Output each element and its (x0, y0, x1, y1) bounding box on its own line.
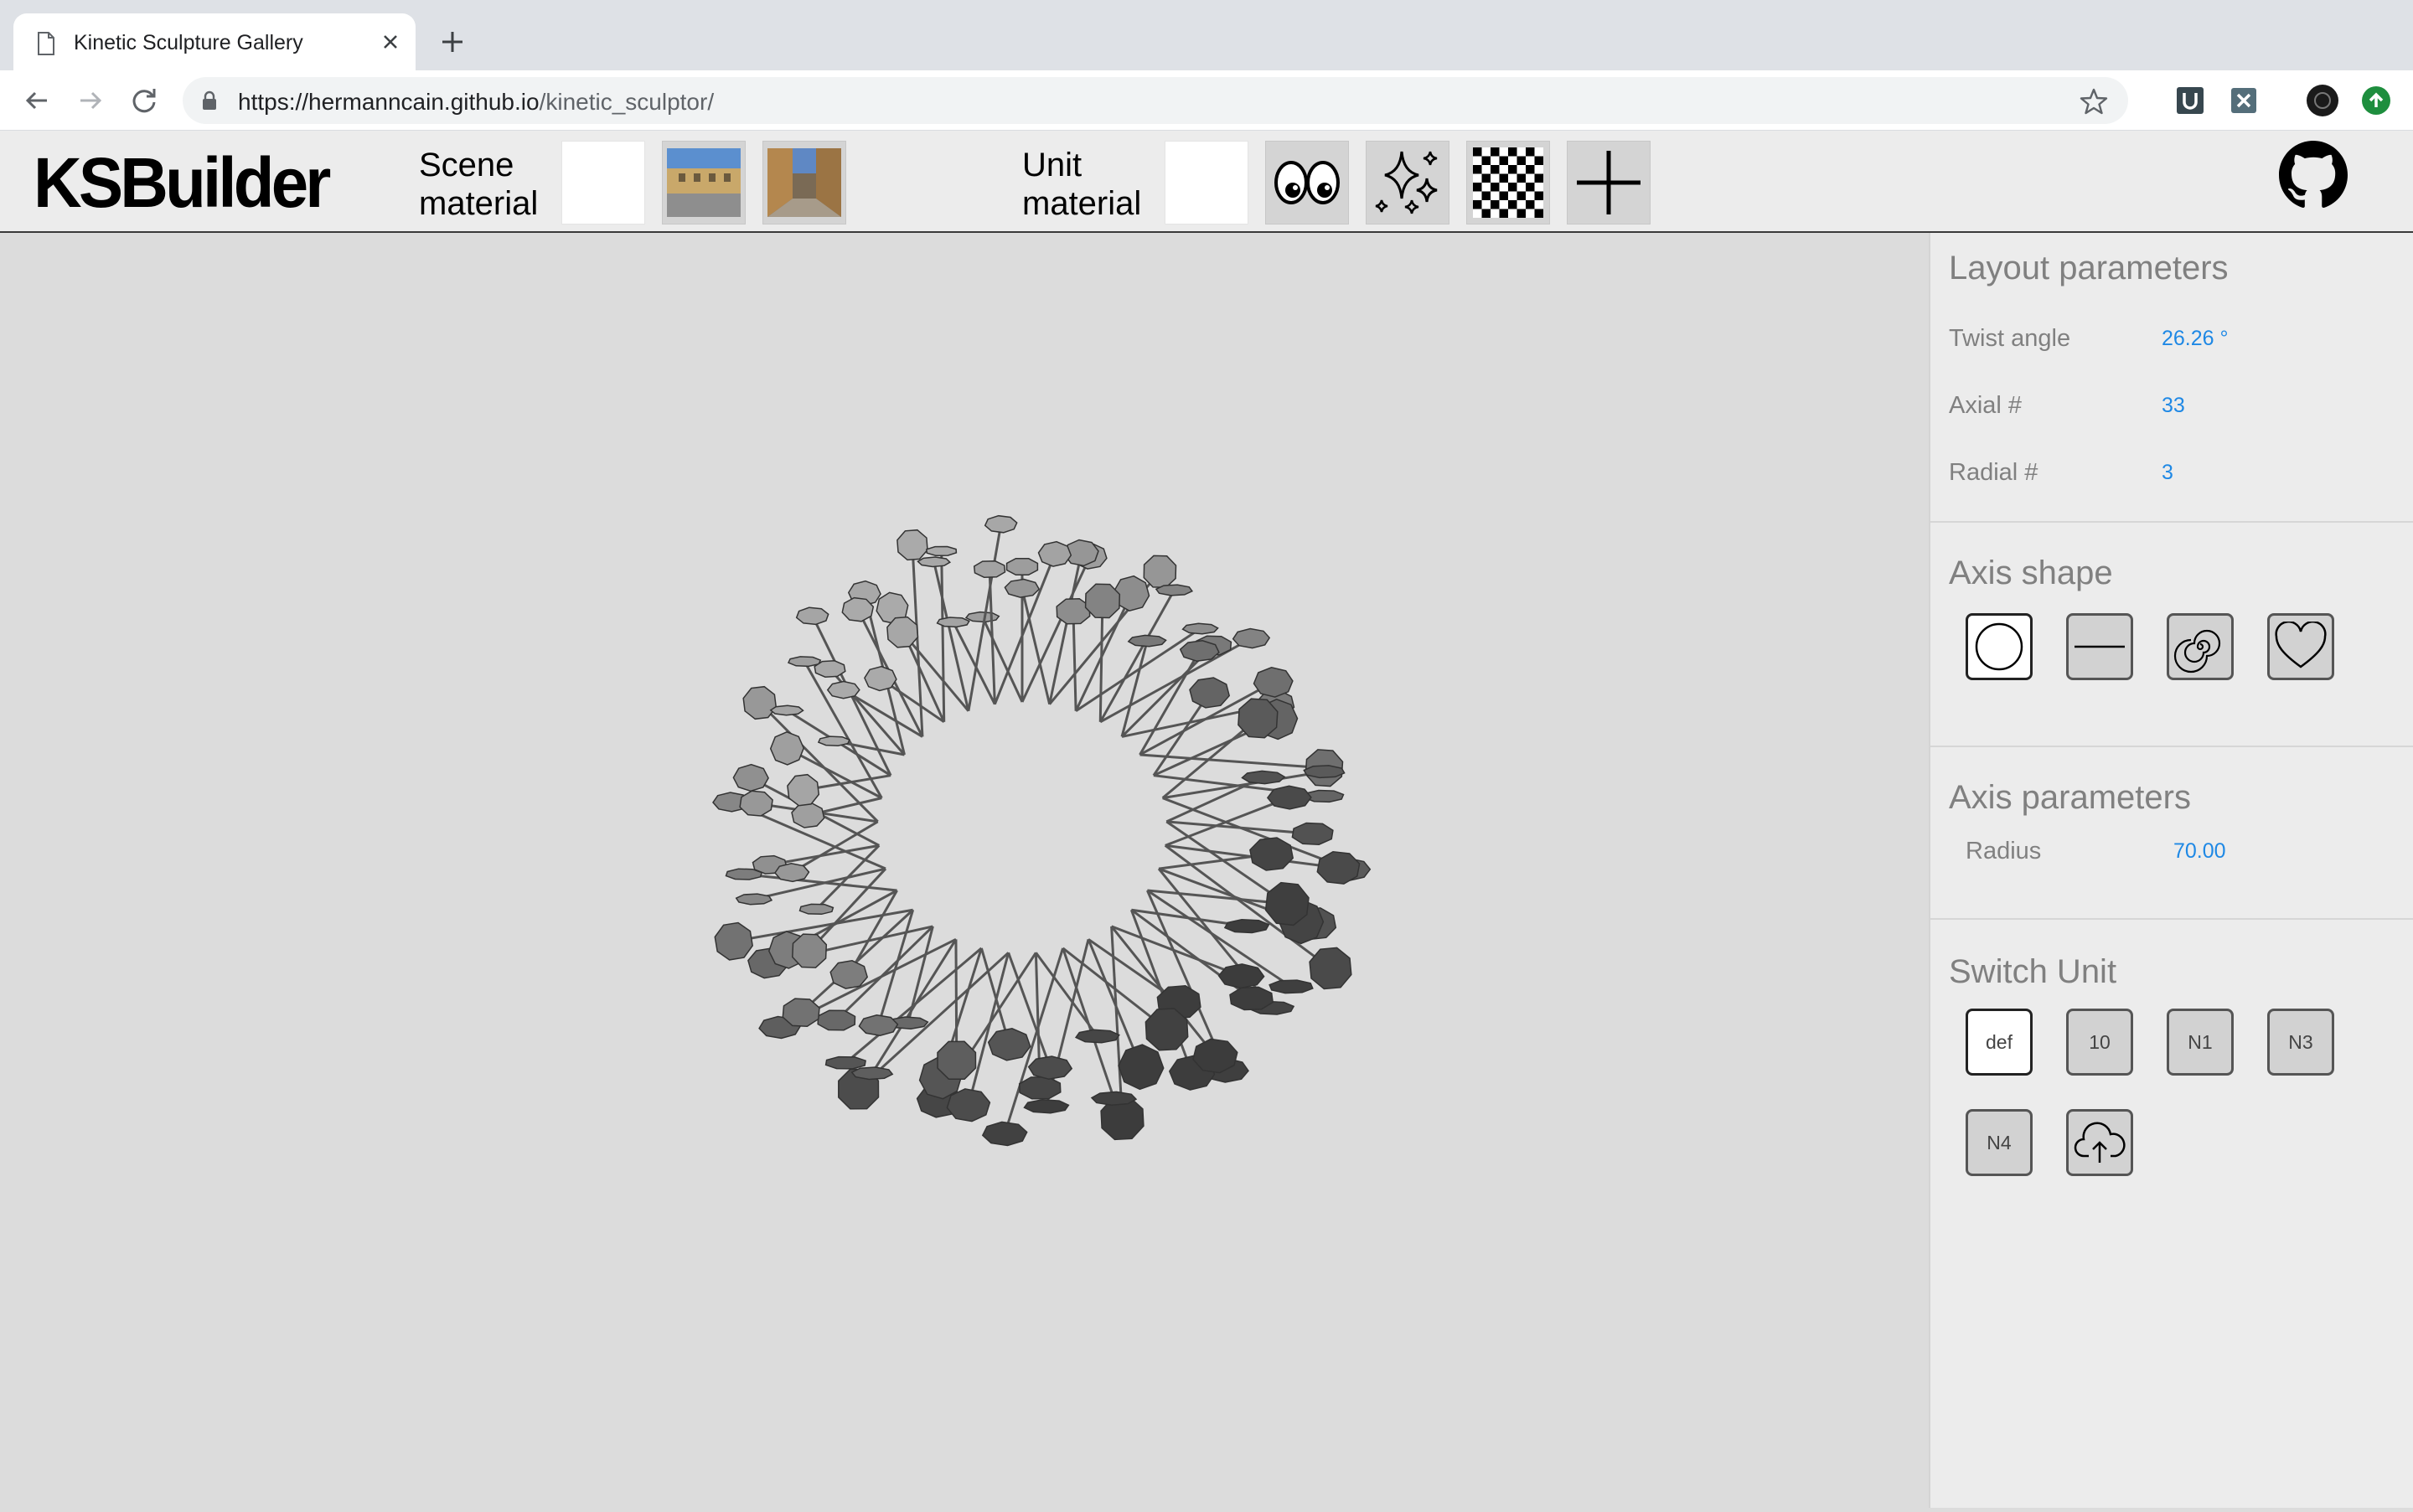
twist-angle-value[interactable]: 26.26 ° (2162, 327, 2229, 351)
axis-shape-spiral-button[interactable] (2167, 613, 2234, 680)
plus-icon (1577, 151, 1641, 214)
radius-label: Radius (1966, 838, 2042, 864)
sculpture-units (712, 514, 1372, 1147)
unit-material-add[interactable] (1567, 141, 1651, 224)
radial-count-value[interactable]: 3 (2162, 461, 2173, 485)
browser-tab[interactable]: Kinetic Sculpture Gallery (13, 13, 416, 70)
axial-count-value[interactable]: 33 (2162, 394, 2185, 418)
profile-avatar-icon[interactable] (2306, 84, 2339, 117)
address-bar[interactable]: https://hermanncain.github.io/kinetic_sc… (183, 77, 2128, 124)
cloud-upload-icon (2074, 1122, 2126, 1163)
heart-icon (2275, 622, 2327, 668)
close-icon[interactable] (377, 28, 404, 55)
radial-count-label: Radial # (1949, 459, 2038, 486)
back-icon[interactable] (18, 82, 55, 119)
tab-title: Kinetic Sculpture Gallery (74, 31, 303, 54)
unit-material-eyes[interactable] (1265, 141, 1349, 224)
extension-u-icon[interactable] (2175, 85, 2205, 116)
bookmark-star-icon[interactable] (2080, 87, 2108, 116)
line-icon (2075, 645, 2125, 648)
unit-10-button[interactable]: 10 (2066, 1009, 2133, 1076)
unit-material-checker[interactable] (1466, 141, 1550, 224)
url-text: https://hermanncain.github.io/kinetic_sc… (238, 89, 715, 115)
spiral-icon (2173, 629, 2221, 673)
reload-icon[interactable] (126, 82, 163, 119)
layout-parameters-section: Layout parameters Twist angle 26.26 ° Ax… (1930, 233, 2413, 523)
switch-unit-title: Switch Unit (1949, 953, 2117, 990)
unit-material-sparkles[interactable] (1366, 141, 1449, 224)
checker-icon (1473, 147, 1543, 218)
scene-material-white[interactable] (561, 141, 645, 224)
unit-material-white[interactable] (1165, 141, 1248, 224)
sparkles-icon (1375, 151, 1438, 214)
axis-parameters-section: Axis parameters Radius 70.00 (1930, 747, 2413, 920)
twist-angle-label: Twist angle (1949, 325, 2071, 352)
browser-toolbar: https://hermanncain.github.io/kinetic_sc… (0, 70, 2413, 131)
axis-shape-section: Axis shape (1930, 523, 2413, 747)
axis-shape-heart-button[interactable] (2267, 613, 2334, 680)
lock-icon (203, 90, 216, 110)
app-logo: KSBuilder (34, 143, 331, 222)
update-icon[interactable] (2361, 85, 2391, 116)
extension-x-icon[interactable] (2229, 85, 2259, 116)
new-tab-icon[interactable] (436, 25, 469, 59)
scene-material-label: Scene material (419, 147, 539, 222)
unit-def-button[interactable]: def (1966, 1009, 2033, 1076)
scene-material-villa[interactable] (662, 141, 746, 224)
axis-shape-title: Axis shape (1949, 555, 2113, 591)
upload-unit-button[interactable] (2066, 1109, 2133, 1176)
axis-shape-line-button[interactable] (2066, 613, 2133, 680)
app-header: KSBuilder Scene material Unit material (0, 131, 2413, 233)
layout-parameters-title: Layout parameters (1949, 250, 2229, 286)
villa-photo-icon (667, 148, 741, 217)
sculpture-viewport[interactable] (0, 233, 1929, 1508)
page-icon (38, 32, 54, 55)
browser-tab-bar: Kinetic Sculpture Gallery (0, 0, 2413, 70)
unit-n4-button[interactable]: N4 (1966, 1109, 2033, 1176)
scene-material-street[interactable] (762, 141, 846, 224)
radius-value[interactable]: 70.00 (2173, 839, 2226, 864)
github-icon[interactable] (2279, 141, 2348, 209)
unit-material-label: Unit material (1022, 147, 1142, 222)
street-photo-icon (767, 148, 841, 217)
control-panel: Layout parameters Twist angle 26.26 ° Ax… (1929, 233, 2413, 1508)
circle-icon (1975, 622, 2023, 671)
axis-shape-circle-button[interactable] (1966, 613, 2033, 680)
axis-parameters-title: Axis parameters (1949, 779, 2191, 816)
eyes-icon (1274, 161, 1340, 204)
axial-count-label: Axial # (1949, 392, 2023, 419)
kinetic-sculpture-render (712, 514, 1372, 1147)
unit-n1-button[interactable]: N1 (2167, 1009, 2234, 1076)
forward-icon[interactable] (72, 82, 109, 119)
unit-n3-button[interactable]: N3 (2267, 1009, 2334, 1076)
switch-unit-section: Switch Unit def 10 N1 N3 N4 (1930, 920, 2413, 1255)
